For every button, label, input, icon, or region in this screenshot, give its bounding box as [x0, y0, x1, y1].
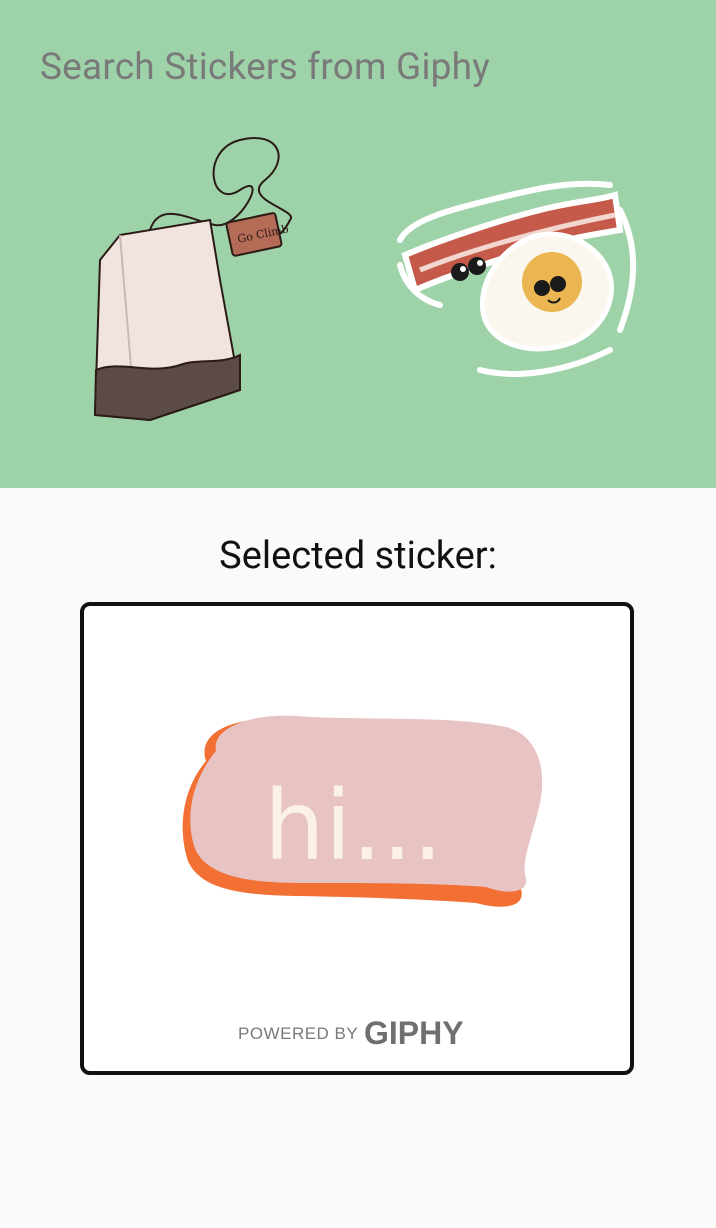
sticker-result-bacon-egg[interactable]: [380, 170, 645, 385]
sticker-hi-text: hi...: [264, 770, 443, 882]
sticker-search-panel: Search Stickers from Giphy Go Climb: [0, 0, 716, 488]
powered-by-giphy-logo: POWERED BY GIPHY: [238, 1011, 488, 1051]
giphy-brand-text: GIPHY: [364, 1015, 464, 1051]
selected-sticker-label: Selected sticker:: [219, 534, 497, 578]
sticker-result-tea-bag[interactable]: Go Climb: [90, 130, 320, 430]
bacon-egg-illustration: [397, 180, 637, 377]
speech-bubble-illustration: hi...: [182, 715, 543, 907]
giphy-attribution: POWERED BY GIPHY: [238, 1015, 464, 1051]
selected-sticker-frame: hi... POWERED BY GIPHY: [80, 602, 634, 1075]
search-input[interactable]: Search Stickers from Giphy: [40, 46, 490, 89]
tea-bag-illustration: Go Climb: [93, 137, 293, 422]
selected-sticker-hi-bubble: hi...: [176, 711, 548, 921]
powered-by-text: POWERED BY: [238, 1024, 358, 1043]
